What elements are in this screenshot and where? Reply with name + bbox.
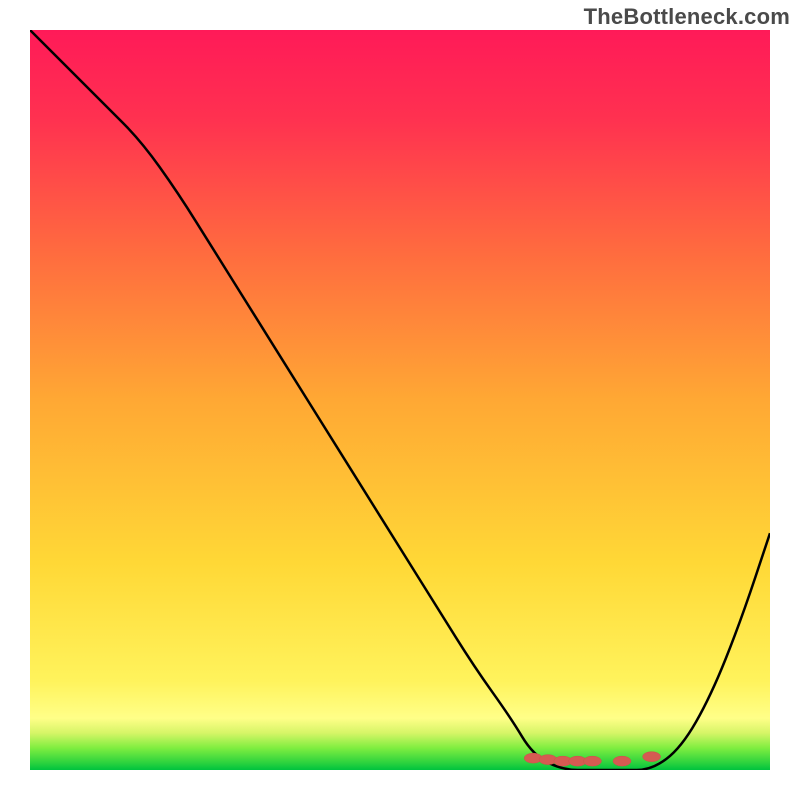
chart-svg <box>30 30 770 770</box>
chart-container: TheBottleneck.com <box>0 0 800 800</box>
plot-area <box>30 30 770 770</box>
optimal-marker <box>583 756 601 766</box>
optimal-marker <box>613 756 631 766</box>
watermark-text: TheBottleneck.com <box>584 4 790 30</box>
optimal-marker <box>643 752 661 762</box>
